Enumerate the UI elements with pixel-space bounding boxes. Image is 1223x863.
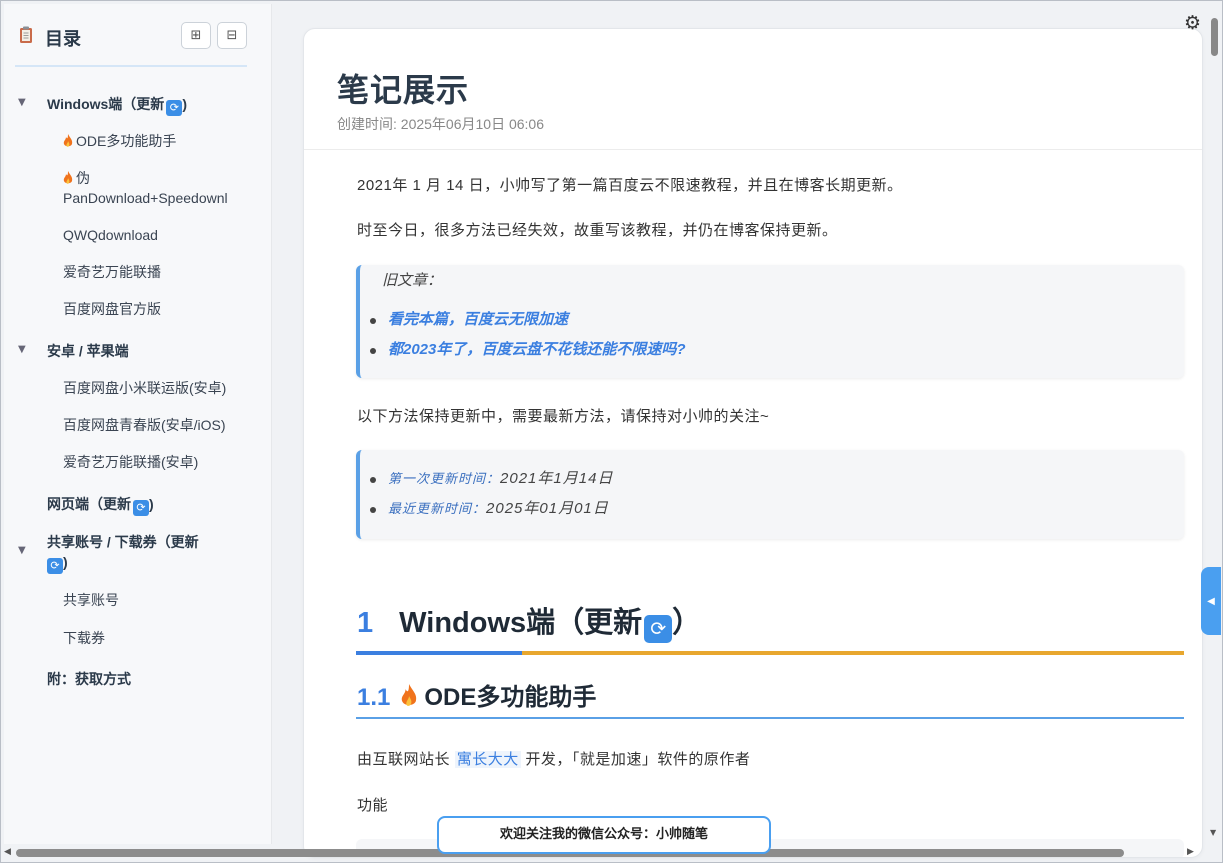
toc-item-baidu-youth[interactable]: 百度网盘青春版(安卓/iOS) bbox=[63, 415, 226, 435]
toc-item-windows[interactable]: Windows端（更新 ⟳) bbox=[47, 94, 187, 116]
section-number: 1 bbox=[357, 607, 374, 639]
subsection-heading-ode: 1.1 ODE多功能助手 bbox=[357, 677, 596, 712]
toc-toggle-mobile-icon[interactable]: ▼ bbox=[18, 344, 26, 355]
toc-item-label: 百度网盘官方版 bbox=[63, 301, 161, 317]
paragraph-status: 时至今日，很多方法已经失效，故重写该教程，并仍在博客保持更新。 bbox=[357, 222, 838, 239]
toc-sidebar: 目录 ⊞ ⊟ ▼ Windows端（更新 ⟳) ODE多功能助手 伪 PanDow… bbox=[4, 4, 272, 844]
update-times-quote: 第一次更新时间：2021年1月14日 最近更新时间：2025年01月01日 bbox=[356, 450, 1184, 539]
toc-toggle-shared-icon[interactable]: ▼ bbox=[18, 545, 26, 556]
toc-item-label: 安卓 / 苹果端 bbox=[47, 343, 129, 359]
scroll-right-arrow-icon[interactable]: ▶ bbox=[1187, 847, 1194, 857]
toc-item-label: QWQdownload bbox=[63, 227, 158, 243]
old-articles-label: 旧文章： bbox=[382, 272, 443, 289]
sync-icon: ⟳ bbox=[133, 500, 149, 516]
collapse-all-icon: ⊟ bbox=[226, 28, 238, 43]
list-item: 最近更新时间：2025年01月01日 bbox=[369, 494, 613, 524]
sync-icon: ⟳ bbox=[47, 558, 63, 574]
page-title: 笔记展示 bbox=[337, 72, 470, 108]
old-articles-list: 看完本篇，百度云无限加速 都2023年了，百度云盘不花钱还能不限速吗? bbox=[370, 305, 686, 365]
wechat-banner[interactable]: 欢迎关注我的微信公众号：小帅随笔 bbox=[437, 816, 771, 854]
toc-item-label: Windows端（更新 bbox=[47, 96, 165, 112]
app-window: 目录 ⊞ ⊟ ▼ Windows端（更新 ⟳) ODE多功能助手 伪 PanDow… bbox=[0, 0, 1223, 863]
paragraph-features: 功能 bbox=[357, 797, 389, 814]
expand-all-icon: ⊞ bbox=[190, 28, 202, 43]
toc-toggle-windows-icon[interactable]: ▼ bbox=[18, 97, 26, 108]
collapse-all-button[interactable]: ⊟ bbox=[217, 22, 247, 49]
fire-icon bbox=[63, 171, 73, 184]
toc-item-pandownload[interactable]: 伪 PanDownload+Speedownl bbox=[63, 168, 228, 208]
update-times-list: 第一次更新时间：2021年1月14日 最近更新时间：2025年01月01日 bbox=[369, 464, 614, 524]
toc-item-shared[interactable]: 共享账号 / 下载券（更新 ⟳) bbox=[47, 532, 199, 574]
section-underline bbox=[356, 651, 1184, 655]
toc-item-baidu-xiaomi[interactable]: 百度网盘小米联运版(安卓) bbox=[63, 378, 226, 398]
toc-item-label: 百度网盘青春版(安卓/iOS) bbox=[63, 417, 226, 433]
section-title-tail: ） bbox=[672, 607, 702, 639]
first-update-value: 2021年1月14日 bbox=[500, 470, 614, 487]
toc-item-qwq[interactable]: QWQdownload bbox=[63, 225, 158, 245]
toc-item-label: 网页端（更新 bbox=[47, 496, 131, 512]
toc-item-baidu-official[interactable]: 百度网盘官方版 bbox=[63, 299, 161, 319]
toc-header: 目录 ⊞ ⊟ bbox=[15, 22, 247, 67]
list-item: 第一次更新时间：2021年1月14日 bbox=[369, 464, 614, 494]
author-text-pre: 由互联网站长 bbox=[357, 751, 451, 768]
last-update-label: 最近更新时间： bbox=[388, 501, 487, 516]
old-articles-quote: 旧文章： 看完本篇，百度云无限加速 都2023年了，百度云盘不花钱还能不限速吗? bbox=[356, 265, 1184, 378]
sync-icon: ⟳ bbox=[644, 615, 673, 643]
scroll-left-arrow-icon[interactable]: ◀ bbox=[4, 847, 11, 857]
old-article-link-1[interactable]: 看完本篇，百度云无限加速 bbox=[388, 311, 568, 328]
old-article-link-2[interactable]: 都2023年了，百度云盘不花钱还能不限速吗? bbox=[388, 341, 686, 358]
vertical-scroll-thumb[interactable] bbox=[1211, 18, 1218, 56]
toc-item-appendix[interactable]: 附：获取方式 bbox=[47, 669, 131, 689]
toc-item-label: 共享账号 bbox=[63, 592, 119, 608]
fire-icon bbox=[63, 134, 73, 147]
toc-item-label: ODE多功能助手 bbox=[76, 133, 177, 149]
toc-item-label: 共享账号 / 下载券（更新 bbox=[47, 534, 199, 550]
scroll-down-arrow-icon[interactable]: ▼ bbox=[1210, 828, 1216, 837]
paragraph-author: 由互联网站长 寓长大大 开发，「就是加速」软件的原作者 bbox=[357, 748, 750, 769]
toc-item-ode[interactable]: ODE多功能助手 bbox=[63, 131, 176, 151]
vertical-scrollbar[interactable]: ▼ bbox=[1208, 4, 1221, 844]
toc-item-label: 百度网盘小米联运版(安卓) bbox=[63, 380, 227, 396]
clipboard-icon bbox=[20, 26, 32, 43]
expand-all-button[interactable]: ⊞ bbox=[181, 22, 211, 49]
list-item: 看完本篇，百度云无限加速 bbox=[370, 305, 686, 335]
created-time: 创建时间: 2025年06月10日 06:06 bbox=[337, 116, 544, 132]
author-link[interactable]: 寓长大大 bbox=[454, 751, 521, 768]
toc-item-label: 下载券 bbox=[63, 630, 105, 646]
toc-item-label: 伪 bbox=[76, 170, 90, 186]
section-title: Windows端（更新 bbox=[399, 607, 643, 639]
gear-icon[interactable]: ⚙ bbox=[1184, 12, 1201, 34]
toc-item-mobile[interactable]: 安卓 / 苹果端 bbox=[47, 341, 129, 361]
subsection-number: 1.1 bbox=[357, 684, 391, 711]
toc-item-coupon[interactable]: 下载券 bbox=[63, 628, 105, 648]
toc-item-shared-account[interactable]: 共享账号 bbox=[63, 590, 119, 610]
toc-item-iqiyi[interactable]: 爱奇艺万能联播 bbox=[63, 262, 161, 282]
header-divider bbox=[304, 149, 1202, 150]
section-underline-accent bbox=[356, 651, 522, 655]
toc-item-label: 爱奇艺万能联播 bbox=[63, 264, 161, 280]
toc-item-label-cont: PanDownload+Speedownl bbox=[63, 190, 228, 206]
toc-item-web[interactable]: 网页端（更新 ⟳) bbox=[47, 494, 154, 516]
article-card: 笔记展示 创建时间: 2025年06月10日 06:06 2021年 1 月 1… bbox=[303, 28, 1203, 858]
paragraph-intro: 2021年 1 月 14 日，小帅写了第一篇百度云不限速教程，并且在博客长期更新… bbox=[357, 177, 903, 194]
fire-icon bbox=[402, 684, 417, 706]
toc-title: 目录 bbox=[45, 29, 81, 49]
sync-icon: ⟳ bbox=[166, 100, 183, 116]
toc-item-label: 附：获取方式 bbox=[47, 671, 131, 687]
subsection-title: ODE多功能助手 bbox=[424, 684, 597, 711]
last-update-value: 2025年01月01日 bbox=[486, 500, 609, 517]
toc-item-iqiyi-android[interactable]: 爱奇艺万能联播(安卓) bbox=[63, 452, 198, 472]
first-update-label: 第一次更新时间： bbox=[388, 471, 501, 486]
paragraph-follow: 以下方法保持更新中，需要最新方法，请保持对小帅的关注~ bbox=[357, 408, 770, 425]
author-text-post: 开发，「就是加速」软件的原作者 bbox=[525, 751, 751, 768]
subsection-underline bbox=[356, 717, 1184, 719]
list-item: 都2023年了，百度云盘不花钱还能不限速吗? bbox=[370, 335, 686, 365]
toc-item-label: 爱奇艺万能联播(安卓) bbox=[63, 454, 199, 470]
section-heading-windows: 1 Windows端（更新 ⟳） bbox=[357, 599, 701, 643]
